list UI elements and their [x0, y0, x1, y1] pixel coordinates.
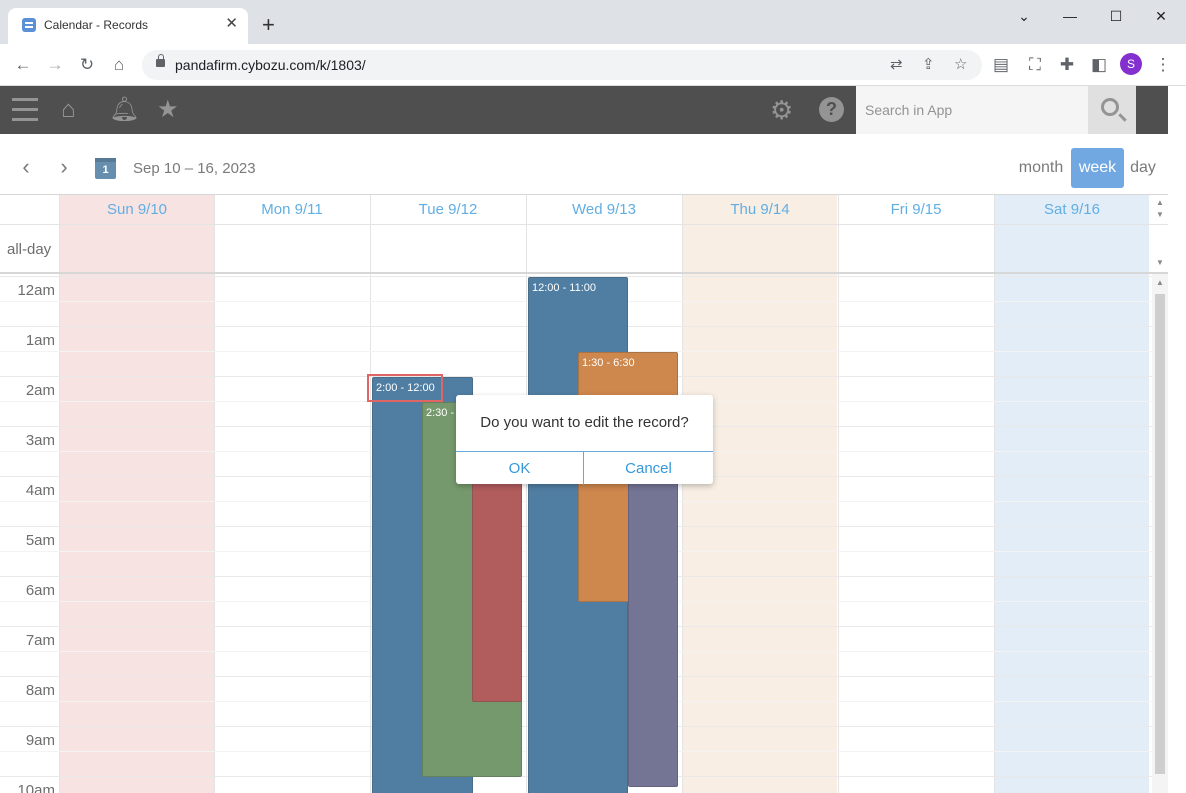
- tab-search-icon[interactable]: ⌄: [1008, 6, 1040, 26]
- lock-icon: [156, 54, 165, 67]
- new-tab-button[interactable]: +: [262, 14, 275, 36]
- edit-record-dialog: Do you want to edit the record? OK Cance…: [456, 395, 713, 485]
- browser-titlebar: Calendar - Records ✕ + ⌄ — ☐ ✕: [0, 0, 1186, 44]
- back-arrow-icon[interactable]: ←: [12, 54, 34, 76]
- calendar-app-icon: [22, 18, 36, 32]
- ok-button[interactable]: OK: [456, 452, 583, 485]
- tab-title: Calendar - Records: [44, 18, 149, 32]
- bookmark-star-icon[interactable]: ☆: [954, 54, 967, 76]
- close-tab-icon[interactable]: ✕: [225, 16, 238, 32]
- maximize-button[interactable]: ☐: [1100, 6, 1132, 26]
- minimize-button[interactable]: —: [1054, 6, 1086, 26]
- reload-icon[interactable]: ↻: [76, 54, 98, 76]
- home-icon[interactable]: ⌂: [108, 54, 130, 76]
- share-icon[interactable]: ⇪: [922, 54, 935, 76]
- clicked-event-highlight: [367, 374, 443, 402]
- cancel-button[interactable]: Cancel: [584, 452, 713, 485]
- browser-tab[interactable]: Calendar - Records ✕: [8, 8, 248, 44]
- address-bar[interactable]: pandafirm.cybozu.com/k/1803/ ⇄ ⇪ ☆: [142, 50, 982, 80]
- dialog-buttons: OK Cancel: [456, 451, 713, 485]
- profile-avatar[interactable]: S: [1120, 53, 1142, 75]
- extensions-puzzle-icon[interactable]: ✚: [1056, 54, 1078, 76]
- dialog-message: Do you want to edit the record?: [480, 414, 689, 431]
- browser-toolbar: ← → ↻ ⌂ pandafirm.cybozu.com/k/1803/ ⇄ ⇪…: [0, 44, 1186, 86]
- url-text[interactable]: pandafirm.cybozu.com/k/1803/: [175, 57, 366, 73]
- side-panel-icon[interactable]: ◧: [1088, 54, 1110, 76]
- menu-kebab-icon[interactable]: ⋮: [1152, 54, 1174, 76]
- extension-icon[interactable]: ▤: [990, 54, 1012, 76]
- screenshot-icon[interactable]: ⛶: [1024, 54, 1046, 76]
- translate-icon[interactable]: ⇄: [890, 54, 903, 76]
- close-window-button[interactable]: ✕: [1145, 6, 1177, 26]
- forward-arrow-icon[interactable]: →: [44, 54, 66, 76]
